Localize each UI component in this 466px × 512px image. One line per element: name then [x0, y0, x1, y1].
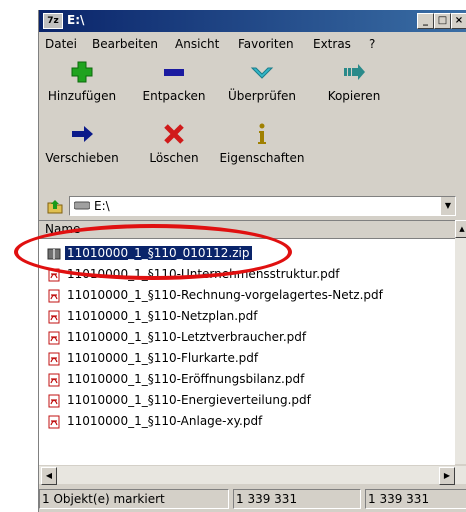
- copy-label: Kopieren: [327, 89, 381, 103]
- file-name: 11010000_1_§110-Eröffnungsbilanz.pdf: [67, 372, 305, 386]
- address-value: E:\: [94, 199, 110, 213]
- status-bar: 1 Objekt(e) markiert 1 339 331 1 339 331: [39, 487, 466, 511]
- file-name: 11010000_1_§110-Letztverbraucher.pdf: [67, 330, 307, 344]
- horizontal-scrollbar[interactable]: ◀ ▶: [39, 466, 466, 485]
- vertical-scrollbar[interactable]: ▲: [455, 220, 466, 464]
- test-button[interactable]: Überprüfen: [217, 56, 307, 116]
- pdf-file-icon: [48, 394, 60, 408]
- plus-icon: [71, 61, 93, 83]
- list-item[interactable]: 11010000_1_§110-Letztverbraucher.pdf: [43, 329, 447, 347]
- list-item[interactable]: 11010000_1_§110-Energieverteilung.pdf: [43, 392, 447, 410]
- maximize-button[interactable]: □: [434, 13, 451, 29]
- add-label: Hinzufügen: [47, 89, 117, 103]
- menu-extras[interactable]: Extras: [313, 37, 351, 51]
- drive-icon: [74, 201, 90, 210]
- red-highlight-ellipse: [14, 224, 292, 280]
- pdf-file-icon: [48, 373, 60, 387]
- move-label: Verschieben: [45, 151, 119, 165]
- extract-button[interactable]: Entpacken: [129, 56, 219, 116]
- menu-favoriten[interactable]: Favoriten: [238, 37, 294, 51]
- address-bar: E:\ ▼: [39, 194, 466, 218]
- list-item[interactable]: 11010000_1_§110-Netzplan.pdf: [43, 308, 447, 326]
- menu-ansicht[interactable]: Ansicht: [175, 37, 219, 51]
- properties-button[interactable]: Eigenschaften: [217, 118, 307, 178]
- close-button[interactable]: ×: [451, 13, 466, 29]
- status-packed-size: 1 339 331: [365, 489, 466, 509]
- pdf-file-icon: [48, 352, 60, 366]
- file-name: 11010000_1_§110-Anlage-xy.pdf: [67, 414, 263, 428]
- delete-button[interactable]: Löschen: [129, 118, 219, 178]
- pdf-file-icon: [48, 331, 60, 345]
- pdf-file-icon: [48, 310, 60, 324]
- list-item[interactable]: 11010000_1_§110-Rechnung-vorgelagertes-N…: [43, 287, 447, 305]
- arrow-right-icon: [72, 126, 93, 142]
- info-icon: [258, 123, 266, 144]
- menu-bearbeiten[interactable]: Bearbeiten: [92, 37, 158, 51]
- pdf-file-icon: [48, 289, 60, 303]
- address-input[interactable]: E:\ ▼: [69, 196, 456, 216]
- minus-icon: [164, 69, 184, 76]
- properties-label: Eigenschaften: [219, 151, 305, 165]
- move-button[interactable]: Verschieben: [37, 118, 127, 178]
- copy-arrow-icon: [344, 64, 365, 80]
- title-bar[interactable]: 7z E:\ _ □ ×: [39, 10, 466, 32]
- app-icon: 7z: [43, 13, 63, 29]
- chevron-down-icon[interactable]: ▼: [441, 197, 455, 215]
- check-chevron-icon: [250, 67, 274, 79]
- extract-label: Entpacken: [142, 89, 206, 103]
- list-item[interactable]: 11010000_1_§110-Eröffnungsbilanz.pdf: [43, 371, 447, 389]
- window-title: E:\: [67, 13, 85, 27]
- pdf-file-icon: [48, 415, 60, 429]
- scroll-left-icon[interactable]: ◀: [41, 467, 57, 485]
- file-name: 11010000_1_§110-Rechnung-vorgelagertes-N…: [67, 288, 383, 302]
- minimize-button[interactable]: _: [417, 13, 434, 29]
- copy-button[interactable]: Kopieren: [309, 56, 399, 116]
- scroll-up-icon[interactable]: ▲: [455, 220, 466, 238]
- toolbar: Hinzufügen Entpacken Überprüfen Kopieren…: [39, 56, 466, 194]
- add-button[interactable]: Hinzufügen: [37, 56, 127, 116]
- x-icon: [164, 124, 184, 144]
- list-item[interactable]: 11010000_1_§110-Anlage-xy.pdf: [43, 413, 447, 431]
- status-selection: 1 Objekt(e) markiert: [39, 489, 229, 509]
- scroll-right-icon[interactable]: ▶: [439, 467, 455, 485]
- list-item[interactable]: 11010000_1_§110-Flurkarte.pdf: [43, 350, 447, 368]
- status-size: 1 339 331: [233, 489, 361, 509]
- menu-bar: Datei Bearbeiten Ansicht Favoriten Extra…: [39, 34, 466, 54]
- delete-label: Löschen: [149, 151, 199, 165]
- file-name: 11010000_1_§110-Flurkarte.pdf: [67, 351, 259, 365]
- file-name: 11010000_1_§110-Energieverteilung.pdf: [67, 393, 311, 407]
- menu-help[interactable]: ?: [369, 37, 375, 51]
- file-name: 11010000_1_§110-Netzplan.pdf: [67, 309, 258, 323]
- folder-up-icon[interactable]: [47, 198, 63, 214]
- test-label: Überprüfen: [227, 89, 297, 103]
- menu-datei[interactable]: Datei: [45, 37, 77, 51]
